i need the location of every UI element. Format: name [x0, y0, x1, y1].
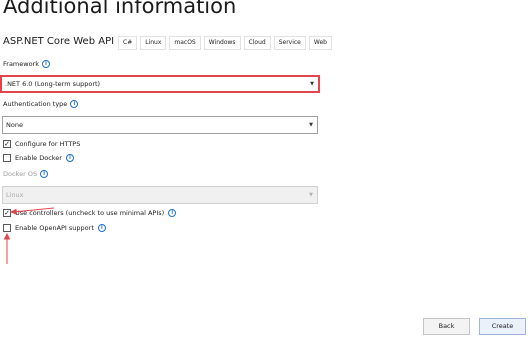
framework-dropdown[interactable]: .NET 6.0 (Long-term support) ▼ [0, 75, 320, 93]
docker-os-label: Docker OS i [3, 170, 49, 178]
tag-csharp: C# [118, 36, 138, 50]
chevron-down-icon: ▼ [310, 81, 314, 87]
create-button[interactable]: Create [479, 318, 526, 335]
tag-linux: Linux [140, 36, 167, 50]
chevron-down-icon: ▼ [309, 192, 313, 198]
tag-cloud: Cloud [243, 36, 271, 50]
framework-label: Framework i [3, 60, 50, 68]
configure-https-label: Configure for HTTPS [15, 140, 81, 148]
enable-openapi-row[interactable]: Enable OpenAPI support i [3, 224, 106, 232]
enable-docker-label: Enable Docker [15, 154, 62, 162]
configure-https-checkbox[interactable]: ✓ [3, 140, 11, 148]
info-icon[interactable]: i [40, 170, 49, 178]
use-controllers-checkbox[interactable]: ✓ [3, 209, 11, 217]
use-controllers-row[interactable]: ✓ Use controllers (uncheck to use minima… [3, 209, 177, 217]
authentication-value: None [6, 121, 23, 129]
docker-os-dropdown: Linux ▼ [2, 186, 318, 204]
page-title: Additional information [3, 0, 237, 18]
info-icon[interactable]: i [168, 209, 177, 217]
info-icon[interactable]: i [70, 100, 79, 108]
back-button[interactable]: Back [423, 318, 470, 335]
enable-docker-row[interactable]: Enable Docker i [3, 154, 74, 162]
tag-web: Web [308, 36, 332, 50]
enable-openapi-checkbox[interactable] [3, 224, 11, 232]
tag-macos: macOS [169, 36, 201, 50]
authentication-dropdown[interactable]: None ▼ [2, 116, 318, 134]
info-icon[interactable]: i [65, 154, 74, 162]
template-tags: C# Linux macOS Windows Cloud Service Web [118, 36, 332, 50]
configure-https-row[interactable]: ✓ Configure for HTTPS [3, 140, 80, 148]
info-icon[interactable]: i [41, 60, 50, 68]
project-template-name: ASP.NET Core Web API [3, 36, 115, 47]
chevron-down-icon: ▼ [309, 122, 313, 128]
use-controllers-label: Use controllers (uncheck to use minimal … [15, 209, 165, 217]
tag-windows: Windows [203, 36, 241, 50]
enable-docker-checkbox[interactable] [3, 154, 11, 162]
info-icon[interactable]: i [97, 224, 106, 232]
tag-service: Service [273, 36, 306, 50]
framework-value: .NET 6.0 (Long-term support) [5, 80, 101, 88]
annotation-arrows [3, 207, 55, 264]
docker-os-value: Linux [6, 191, 24, 199]
authentication-label: Authentication type i [3, 100, 79, 108]
enable-openapi-label: Enable OpenAPI support [15, 224, 94, 232]
